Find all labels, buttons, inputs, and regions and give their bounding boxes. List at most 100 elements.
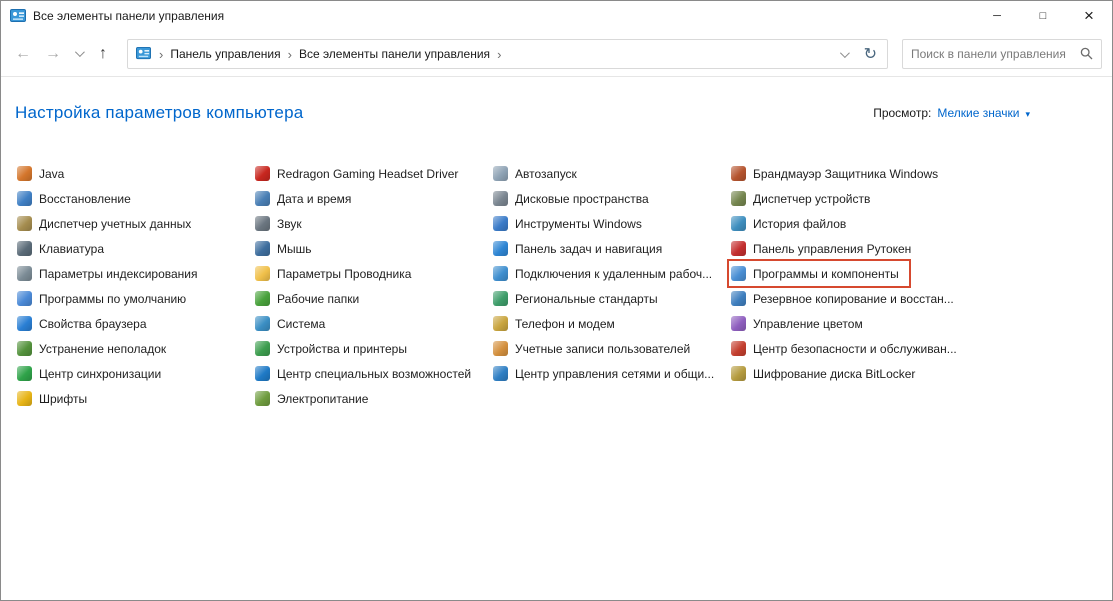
control-panel-item-label: Параметры индексирования xyxy=(39,267,197,281)
refresh-button[interactable]: ↻ xyxy=(854,44,879,64)
control-panel-window: Все элементы панели управления ─ □ × ← →… xyxy=(0,0,1113,601)
control-panel-item[interactable]: Центр управления сетями и общи... xyxy=(491,361,724,386)
control-panel-item-label: Redragon Gaming Headset Driver xyxy=(277,167,458,181)
control-panel-item[interactable]: Звук xyxy=(253,211,312,236)
back-button[interactable]: ← xyxy=(9,39,37,69)
control-panel-item[interactable]: Панель управления Рутокен xyxy=(729,236,921,261)
explorer-options-icon xyxy=(255,266,270,281)
control-panel-item-label: Устройства и принтеры xyxy=(277,342,407,356)
keyboard-icon xyxy=(17,241,32,256)
mouse-icon xyxy=(255,241,270,256)
address-dropdown[interactable] xyxy=(840,45,847,63)
control-panel-item[interactable]: Подключения к удаленным рабоч... xyxy=(491,261,722,286)
control-panel-item[interactable]: Шифрование диска BitLocker xyxy=(729,361,925,386)
control-panel-item-label: История файлов xyxy=(753,217,846,231)
maximize-button[interactable]: □ xyxy=(1020,1,1066,31)
remote-desktop-icon xyxy=(493,266,508,281)
credential-manager-icon xyxy=(17,216,32,231)
control-panel-item-label: Центр управления сетями и общи... xyxy=(515,367,714,381)
address-bar[interactable]: › Панель управления › Все элементы панел… xyxy=(127,39,888,69)
control-panel-item[interactable]: Устройства и принтеры xyxy=(253,336,417,361)
control-panel-item[interactable]: Система xyxy=(253,311,335,336)
control-panel-item[interactable]: Инструменты Windows xyxy=(491,211,652,236)
control-panel-item-label: Центр специальных возможностей xyxy=(277,367,471,381)
sync-center-icon xyxy=(17,366,32,381)
default-programs-icon xyxy=(17,291,32,306)
control-panel-item[interactable]: Мышь xyxy=(253,236,322,261)
ease-of-access-icon xyxy=(255,366,270,381)
window-controls: ─ □ × xyxy=(974,1,1112,31)
search-box xyxy=(902,39,1102,69)
chevron-down-icon xyxy=(74,47,84,57)
breadcrumb-separator-icon: › xyxy=(159,47,163,61)
close-button[interactable]: × xyxy=(1066,1,1112,31)
control-panel-item[interactable]: Управление цветом xyxy=(729,311,873,336)
control-panel-item-label: Диспетчер учетных данных xyxy=(39,217,191,231)
breadcrumb-all-items[interactable]: Все элементы панели управления xyxy=(299,47,490,61)
control-panel-item[interactable]: Свойства браузера xyxy=(15,311,157,336)
control-panel-item[interactable]: Клавиатура xyxy=(15,236,114,261)
file-history-icon xyxy=(731,216,746,231)
search-icon[interactable] xyxy=(1080,47,1093,60)
control-panel-item-label: Центр синхронизации xyxy=(39,367,161,381)
control-panel-item[interactable]: Параметры Проводника xyxy=(253,261,421,286)
breadcrumb-separator-icon: › xyxy=(497,47,501,61)
control-panel-item[interactable]: Java xyxy=(15,161,74,186)
devices-printers-icon xyxy=(255,341,270,356)
device-manager-icon xyxy=(731,191,746,206)
control-panel-item[interactable]: История файлов xyxy=(729,211,856,236)
control-panel-item[interactable]: Дата и время xyxy=(253,186,361,211)
troubleshooting-icon xyxy=(17,341,32,356)
control-panel-item[interactable]: Автозапуск xyxy=(491,161,587,186)
minimize-button[interactable]: ─ xyxy=(974,1,1020,31)
page-title: Настройка параметров компьютера xyxy=(15,103,303,123)
control-panel-item[interactable]: Центр безопасности и обслуживан... xyxy=(729,336,967,361)
view-label: Просмотр: xyxy=(873,106,931,120)
control-panel-item[interactable]: Учетные записи пользователей xyxy=(491,336,700,361)
titlebar: Все элементы панели управления ─ □ × xyxy=(1,1,1112,31)
rutoken-icon xyxy=(731,241,746,256)
control-panel-item-label: Диспетчер устройств xyxy=(753,192,870,206)
control-panel-item[interactable]: Рабочие папки xyxy=(253,286,369,311)
search-input[interactable] xyxy=(911,47,1074,61)
control-panel-item[interactable]: Региональные стандарты xyxy=(491,286,668,311)
control-panel-item[interactable]: Дисковые пространства xyxy=(491,186,659,211)
date-time-icon xyxy=(255,191,270,206)
backup-restore-icon xyxy=(731,291,746,306)
control-panel-item[interactable]: Программы по умолчанию xyxy=(15,286,196,311)
control-panel-item[interactable]: Redragon Gaming Headset Driver xyxy=(253,161,468,186)
items-grid: Java Восстановление Диспетчер учетных данн… xyxy=(15,161,1098,411)
control-panel-item-label: Панель задач и навигация xyxy=(515,242,662,256)
java-icon xyxy=(17,166,32,181)
control-panel-item[interactable]: Центр синхронизации xyxy=(15,361,171,386)
control-panel-item[interactable]: Электропитание xyxy=(253,386,378,411)
control-panel-item[interactable]: Устранение неполадок xyxy=(15,336,176,361)
control-panel-item-label: Программы по умолчанию xyxy=(39,292,186,306)
forward-button[interactable]: → xyxy=(39,39,67,69)
view-value[interactable]: Мелкие значки xyxy=(937,106,1019,120)
control-panel-item-label: Восстановление xyxy=(39,192,131,206)
breadcrumb-control-panel[interactable]: Панель управления xyxy=(170,47,280,61)
chevron-down-icon xyxy=(840,48,850,58)
work-folders-icon xyxy=(255,291,270,306)
control-panel-item[interactable]: Панель задач и навигация xyxy=(491,236,672,261)
control-panel-item[interactable]: Центр специальных возможностей xyxy=(253,361,481,386)
control-panel-item[interactable]: Диспетчер учетных данных xyxy=(15,211,201,236)
control-panel-item-label: Шрифты xyxy=(39,392,87,406)
sound-icon xyxy=(255,216,270,231)
firewall-icon xyxy=(731,166,746,181)
view-selector[interactable]: Просмотр: Мелкие значки ▾ xyxy=(873,106,1030,120)
control-panel-item[interactable]: Брандмауэр Защитника Windows xyxy=(729,161,948,186)
control-panel-item[interactable]: Телефон и модем xyxy=(491,311,625,336)
control-panel-item[interactable]: Параметры индексирования xyxy=(15,261,207,286)
control-panel-item[interactable]: Шрифты xyxy=(15,386,97,411)
control-panel-item[interactable]: Диспетчер устройств xyxy=(729,186,880,211)
bitlocker-icon xyxy=(731,366,746,381)
control-panel-item[interactable]: Восстановление xyxy=(15,186,141,211)
up-button[interactable]: ↑ xyxy=(89,39,117,69)
control-panel-item-label: Подключения к удаленным рабоч... xyxy=(515,267,712,281)
control-panel-item[interactable]: Резервное копирование и восстан... xyxy=(729,286,964,311)
control-panel-item[interactable]: Программы и компоненты xyxy=(729,261,909,286)
recent-pages-dropdown[interactable] xyxy=(69,50,87,57)
control-panel-item-label: Телефон и модем xyxy=(515,317,615,331)
